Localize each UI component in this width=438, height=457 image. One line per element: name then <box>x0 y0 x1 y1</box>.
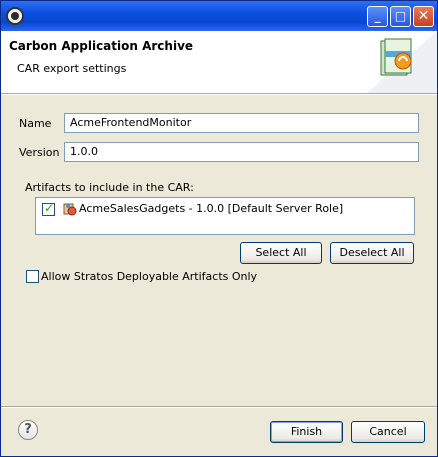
wizard-title: Carbon Application Archive <box>9 39 194 53</box>
finish-button[interactable]: Finish <box>270 421 343 443</box>
wizard-header: Carbon Application Archive CAR export se… <box>1 31 437 93</box>
minimize-button[interactable]: _ <box>367 6 388 27</box>
gadget-artifact-icon <box>63 203 77 216</box>
list-item[interactable]: AcmeSalesGadgets - 1.0.0 [Default Server… <box>36 198 414 220</box>
close-button[interactable]: ✕ <box>413 6 434 27</box>
header-separator <box>1 93 437 95</box>
help-icon[interactable]: ? <box>18 420 38 440</box>
version-label: Version <box>19 146 60 159</box>
wizard-subtitle: CAR export settings <box>17 62 127 75</box>
car-archive-icon <box>367 31 437 93</box>
artifacts-list[interactable]: AcmeSalesGadgets - 1.0.0 [Default Server… <box>35 197 415 235</box>
artifact-checkbox[interactable] <box>42 201 55 216</box>
name-label: Name <box>19 117 52 130</box>
export-wizard-dialog: _ □ ✕ Carbon Application Archive CAR exp… <box>0 0 438 457</box>
stratos-label[interactable]: Allow Stratos Deployable Artifacts Only <box>41 270 257 283</box>
deselect-all-button[interactable]: Deselect All <box>330 242 414 264</box>
stratos-checkbox[interactable] <box>26 270 39 283</box>
eclipse-gear-icon <box>6 7 24 25</box>
name-field[interactable]: AcmeFrontendMonitor <box>64 113 419 133</box>
select-all-button[interactable]: Select All <box>240 242 322 264</box>
title-bar[interactable]: _ □ ✕ <box>1 1 437 31</box>
cancel-button[interactable]: Cancel <box>351 421 425 443</box>
artifact-label: AcmeSalesGadgets - 1.0.0 [Default Server… <box>79 202 344 215</box>
maximize-button[interactable]: □ <box>390 6 411 27</box>
footer-separator <box>1 406 437 408</box>
version-field[interactable]: 1.0.0 <box>64 142 419 162</box>
artifacts-label: Artifacts to include in the CAR: <box>25 181 194 194</box>
